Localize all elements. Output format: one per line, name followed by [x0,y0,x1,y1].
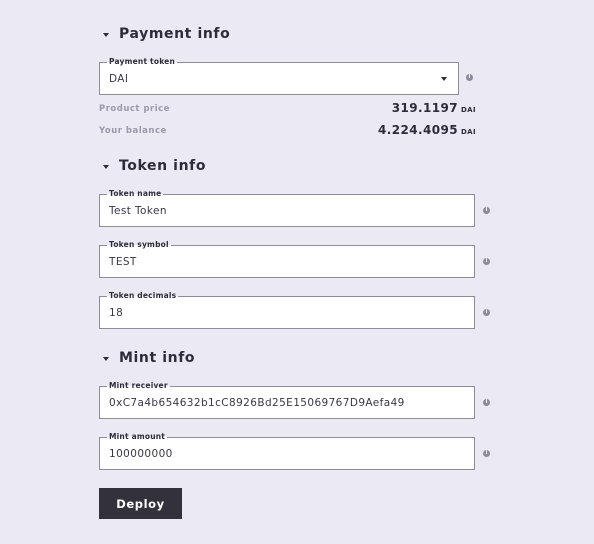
info-icon[interactable]: i [483,207,490,214]
token-decimals-field[interactable]: Token decimals 18 [99,291,475,329]
info-icon[interactable]: i [483,309,490,316]
product-price-unit: DAI [460,106,476,114]
mint-amount-label: Mint amount [107,432,168,442]
info-icon[interactable]: i [483,450,490,457]
token-name-field[interactable]: Token name Test Token [99,189,475,227]
caret-down-icon[interactable] [103,356,109,361]
caret-down-icon[interactable] [103,164,109,169]
token-name-value: Test Token [109,205,167,217]
product-price-amount: 319.1197 [391,101,458,115]
token-decimals-value: 18 [109,307,124,319]
token-symbol-field[interactable]: Token symbol TEST [99,240,475,278]
mint-receiver-label: Mint receiver [107,381,170,391]
deploy-button[interactable]: Deploy [99,488,182,519]
caret-down-icon[interactable] [103,32,109,37]
product-price-label: Product price [99,104,170,114]
token-symbol-label: Token symbol [107,240,171,250]
token-name-label: Token name [107,189,164,199]
mint-receiver-value: 0xC7a4b654632b1cC8926Bd25E15069767D9Aefa… [109,397,405,409]
mint-amount-field[interactable]: Mint amount 100000000 [99,432,475,470]
balance-label: Your balance [99,126,167,136]
mint-info-title: Mint info [119,350,196,366]
balance-value: 4.224.4095 DAI [378,123,476,137]
mint-receiver-field[interactable]: Mint receiver 0xC7a4b654632b1cC8926Bd25E… [99,381,475,419]
info-icon[interactable]: i [483,258,490,265]
product-price-value: 319.1197 DAI [392,101,476,115]
token-info-header[interactable]: Token info [103,158,206,174]
token-symbol-value: TEST [109,256,137,268]
balance-unit: DAI [460,128,476,136]
chevron-down-icon[interactable] [441,77,447,81]
payment-token-label: Payment token [107,57,178,67]
mint-amount-value: 100000000 [109,448,173,460]
info-icon[interactable]: i [483,399,490,406]
balance-amount: 4.224.4095 [378,123,458,137]
info-icon[interactable]: i [466,74,473,81]
payment-token-value: DAI [109,73,129,85]
payment-token-select[interactable]: Payment token DAI [99,57,459,95]
payment-info-header[interactable]: Payment info [103,26,230,42]
token-decimals-label: Token decimals [107,291,179,301]
token-info-title: Token info [119,158,207,174]
payment-info-title: Payment info [119,26,231,42]
mint-info-header[interactable]: Mint info [103,350,195,366]
